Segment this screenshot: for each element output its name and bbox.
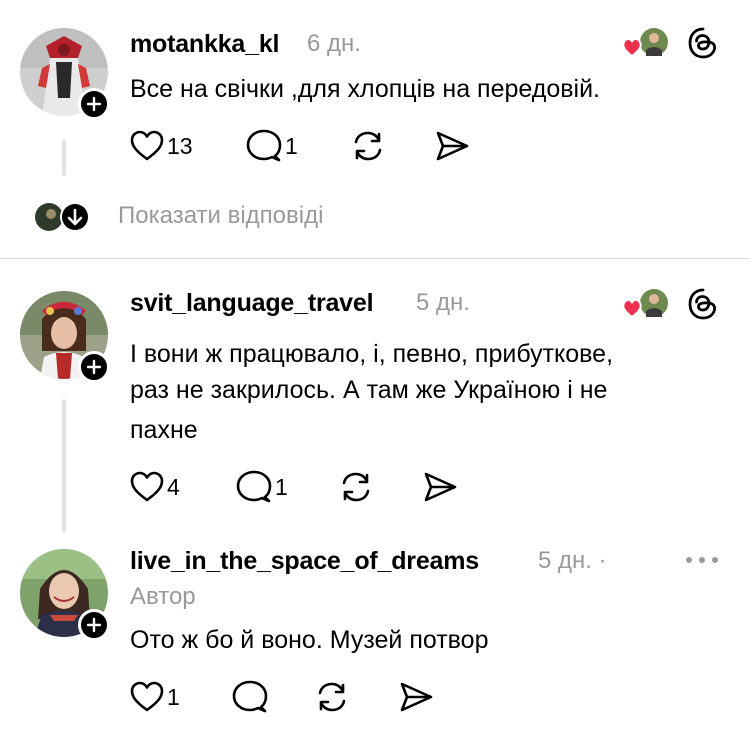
post-text-line: Ото ж бо й воно. Музей потвор: [130, 626, 489, 654]
threads-logo-icon[interactable]: [686, 26, 720, 65]
show-replies-label[interactable]: Показати відповіді: [118, 202, 323, 230]
heart-outline-icon: [130, 681, 164, 712]
author-label: Автор: [130, 583, 196, 610]
follow-plus-icon[interactable]: [78, 351, 110, 383]
follow-plus-icon[interactable]: [78, 88, 110, 120]
post-text-line: раз не закрилось. А там же Україною і не: [130, 376, 608, 404]
repost-arrows-icon: [354, 131, 382, 161]
red-heart-icon: [622, 299, 642, 319]
heart-outline-icon: [130, 471, 164, 502]
like-count: 13: [167, 132, 193, 159]
like-button[interactable]: 4: [130, 467, 180, 507]
share-button[interactable]: [398, 677, 434, 717]
red-heart-icon: [622, 38, 642, 58]
post: live_in_the_space_of_dreams 5 дн. · Авто…: [0, 529, 750, 737]
send-arrow-icon: [436, 131, 469, 161]
reply-count: 1: [275, 473, 288, 500]
reply-button[interactable]: [232, 677, 268, 717]
like-count: 1: [167, 683, 180, 710]
send-arrow-icon: [400, 682, 433, 712]
liked-by-author-badge: [620, 26, 672, 62]
liked-by-author-badge: [620, 287, 672, 323]
username[interactable]: svit_language_travel: [130, 289, 374, 318]
post-age: 5 дн. ·: [538, 547, 607, 574]
thread-line: [62, 399, 66, 532]
post: svit_language_travel 5 дн. І вони ж прац…: [0, 259, 750, 532]
share-button[interactable]: [434, 126, 470, 166]
reply-button[interactable]: 1: [236, 467, 288, 507]
post-age: 6 дн.: [307, 30, 361, 57]
send-arrow-icon: [424, 472, 457, 502]
repost-arrows-icon: [318, 682, 346, 712]
post-age: 5 дн.: [416, 289, 470, 316]
threads-logo-icon[interactable]: [686, 287, 720, 326]
like-count: 4: [167, 473, 180, 500]
username[interactable]: motankka_kl: [130, 30, 279, 59]
repost-button[interactable]: [338, 467, 374, 507]
more-dots-icon[interactable]: [684, 553, 720, 572]
username[interactable]: live_in_the_space_of_dreams: [130, 547, 479, 576]
replier-avatars: [35, 202, 90, 232]
show-replies-row[interactable]: Показати відповіді: [34, 200, 434, 234]
post-text-line: Все на свічки ,для хлопців на передовій.: [130, 75, 600, 103]
repost-arrows-icon: [342, 472, 370, 502]
like-button[interactable]: 13: [130, 126, 193, 166]
thread-line: [62, 140, 66, 176]
speech-bubble-icon: [246, 129, 282, 162]
repost-button[interactable]: [350, 126, 386, 166]
repost-button[interactable]: [314, 677, 350, 717]
speech-bubble-icon: [232, 680, 268, 713]
share-button[interactable]: [422, 467, 458, 507]
post: motankka_kl 6 дн. Все на свічки ,для хло…: [0, 0, 750, 258]
follow-plus-icon[interactable]: [78, 609, 110, 641]
reply-count: 1: [285, 132, 298, 159]
reply-button[interactable]: 1: [246, 126, 298, 166]
heart-outline-icon: [130, 130, 164, 161]
like-button[interactable]: 1: [130, 677, 180, 717]
speech-bubble-icon: [236, 470, 272, 503]
post-text-line: пахне: [130, 416, 198, 444]
